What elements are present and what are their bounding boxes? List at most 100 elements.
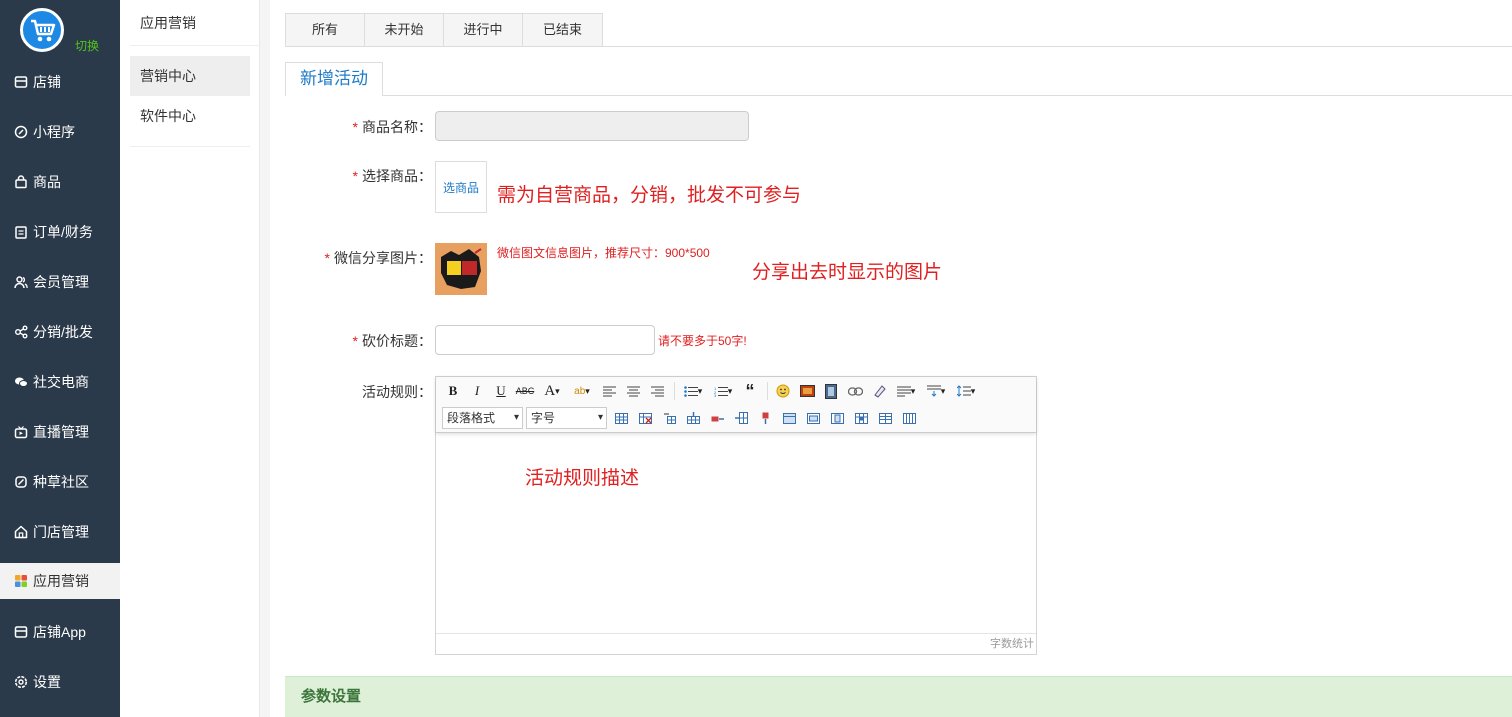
split-columns-icon[interactable]: [898, 408, 920, 428]
nav-label: 应用营销: [33, 573, 89, 589]
store-icon: [14, 626, 28, 638]
nav-item-members[interactable]: 会员管理: [0, 264, 120, 300]
rich-text-editor[interactable]: B I U ABC A▾ ab▾ ▾ 123▾ “ ▾ ▾ ▾ 段落格式 字号: [435, 376, 1037, 655]
nav-label: 门店管理: [33, 524, 89, 540]
required-mark: *: [352, 333, 358, 349]
nav-item-distribution[interactable]: 分销/批发: [0, 314, 120, 350]
nav-item-store-app[interactable]: 店铺App: [0, 614, 120, 650]
line-height-icon[interactable]: ▾: [952, 381, 980, 401]
sub-item-marketing-center[interactable]: 营销中心: [130, 56, 250, 96]
unordered-list-icon[interactable]: ▾: [679, 381, 707, 401]
nav-label: 订单/财务: [33, 224, 93, 240]
italic-button[interactable]: I: [466, 381, 488, 401]
paragraph-format-select[interactable]: 段落格式: [442, 407, 523, 429]
bold-button[interactable]: B: [442, 381, 464, 401]
split-rows-icon[interactable]: [874, 408, 896, 428]
editor-toolbar: B I U ABC A▾ ab▾ ▾ 123▾ “ ▾ ▾ ▾ 段落格式 字号: [436, 377, 1036, 433]
divider: [130, 45, 260, 46]
row-spacing-icon[interactable]: ▾: [892, 381, 920, 401]
share-image-hint: 微信图文信息图片，推荐尺寸：900*500: [497, 246, 710, 260]
tab-in-progress[interactable]: 进行中: [444, 14, 523, 46]
nav-item-social[interactable]: 社交电商: [0, 364, 120, 400]
highlight-icon[interactable]: ab ▾: [568, 381, 596, 401]
insert-table-icon[interactable]: [610, 408, 632, 428]
image-icon[interactable]: [796, 381, 818, 401]
column-gap: [260, 0, 270, 717]
users-icon: [14, 276, 28, 289]
paragraph-spacing-icon[interactable]: ▾: [922, 381, 950, 401]
nav-label: 种草社区: [33, 474, 89, 490]
ordered-list-icon[interactable]: 1 2 3 ▾: [709, 381, 737, 401]
nav-label: 商品: [33, 174, 61, 190]
merge-down-icon[interactable]: [826, 408, 848, 428]
share-icon: [15, 325, 28, 339]
strikethrough-button[interactable]: ABC: [514, 381, 536, 401]
merge-cells-icon[interactable]: [778, 408, 800, 428]
apps-icon: [15, 575, 27, 587]
insert-row-icon[interactable]: [682, 408, 704, 428]
main-sidebar: 切换 店铺 小程序 商品 订单/财务 会员管理 分销/批发 社交电商 直播管理 …: [0, 0, 120, 717]
sub-sidebar-title: 应用营销: [140, 15, 196, 31]
merge-right-icon[interactable]: [802, 408, 824, 428]
nav-item-community[interactable]: 种草社区: [0, 464, 120, 500]
switch-link[interactable]: 切换: [75, 37, 99, 54]
nav-item-orders[interactable]: 订单/财务: [0, 214, 120, 250]
divider: [130, 146, 250, 147]
nav-label: 直播管理: [33, 424, 89, 440]
nav-label: 店铺: [33, 74, 61, 90]
insert-paragraph-before-table-icon[interactable]: [658, 408, 680, 428]
nav-item-settings[interactable]: 设置: [0, 664, 120, 700]
nav-item-store[interactable]: 店铺: [0, 64, 120, 100]
nav-label: 小程序: [33, 124, 75, 140]
tab-new-activity[interactable]: 新增活动: [285, 62, 383, 96]
emoji-icon[interactable]: [772, 381, 794, 401]
required-mark: *: [324, 250, 330, 266]
word-count: 字数统计: [436, 633, 1036, 654]
sub-item-software-center[interactable]: 软件中心: [130, 96, 250, 136]
delete-column-icon[interactable]: [754, 408, 776, 428]
tab-not-started[interactable]: 未开始: [365, 14, 444, 46]
nav-item-live[interactable]: 直播管理: [0, 414, 120, 450]
status-tabs: 所有 未开始 进行中 已结束: [285, 13, 603, 47]
select-product-button[interactable]: 选商品: [435, 161, 487, 213]
nav-item-stores[interactable]: 门店管理: [0, 514, 120, 550]
nav-item-products[interactable]: 商品: [0, 164, 120, 200]
rules-label: 活动规则：: [362, 384, 432, 400]
tab-ended[interactable]: 已结束: [523, 14, 602, 46]
underline-button[interactable]: U: [490, 381, 512, 401]
shop-logo: [20, 8, 64, 52]
align-left-icon[interactable]: [598, 381, 620, 401]
font-size-select[interactable]: 字号: [526, 407, 607, 429]
tab-all[interactable]: 所有: [286, 14, 365, 46]
chat-icon: [15, 377, 28, 387]
delete-table-icon[interactable]: [634, 408, 656, 428]
product-name-input[interactable]: [435, 111, 749, 141]
nav-item-app-marketing[interactable]: 应用营销: [0, 563, 120, 599]
font-color-button[interactable]: A ▾: [538, 381, 566, 401]
split-cells-icon[interactable]: [850, 408, 872, 428]
align-right-icon[interactable]: [646, 381, 668, 401]
delete-row-icon[interactable]: [706, 408, 728, 428]
share-image-thumbnail[interactable]: [435, 243, 487, 295]
nav-label: 分销/批发: [33, 324, 93, 340]
editor-content[interactable]: 活动规则描述: [525, 463, 639, 490]
toolbar-separator: [674, 382, 675, 400]
nav-label: 店铺App: [33, 624, 86, 640]
clipboard-icon: [15, 226, 27, 239]
product-name-label: * 商品名称：: [352, 119, 432, 135]
link-icon[interactable]: [844, 381, 866, 401]
bag-icon: [15, 175, 27, 189]
gear-icon: [14, 675, 28, 689]
video-insert-icon[interactable]: [820, 381, 842, 401]
bargain-title-input[interactable]: [435, 325, 655, 355]
align-center-icon[interactable]: [622, 381, 644, 401]
select-product-note: 需为自营商品，分销，批发不可参与: [497, 185, 802, 206]
insert-column-icon[interactable]: [730, 408, 752, 428]
bargain-title-label: * 砍价标题：: [352, 333, 432, 349]
eraser-icon[interactable]: [868, 381, 890, 401]
blockquote-icon[interactable]: “: [739, 381, 761, 401]
toolbar-separator: [767, 382, 768, 400]
leaf-icon: [15, 476, 27, 488]
nav-label: 会员管理: [33, 274, 89, 290]
nav-item-miniprogram[interactable]: 小程序: [0, 114, 120, 150]
